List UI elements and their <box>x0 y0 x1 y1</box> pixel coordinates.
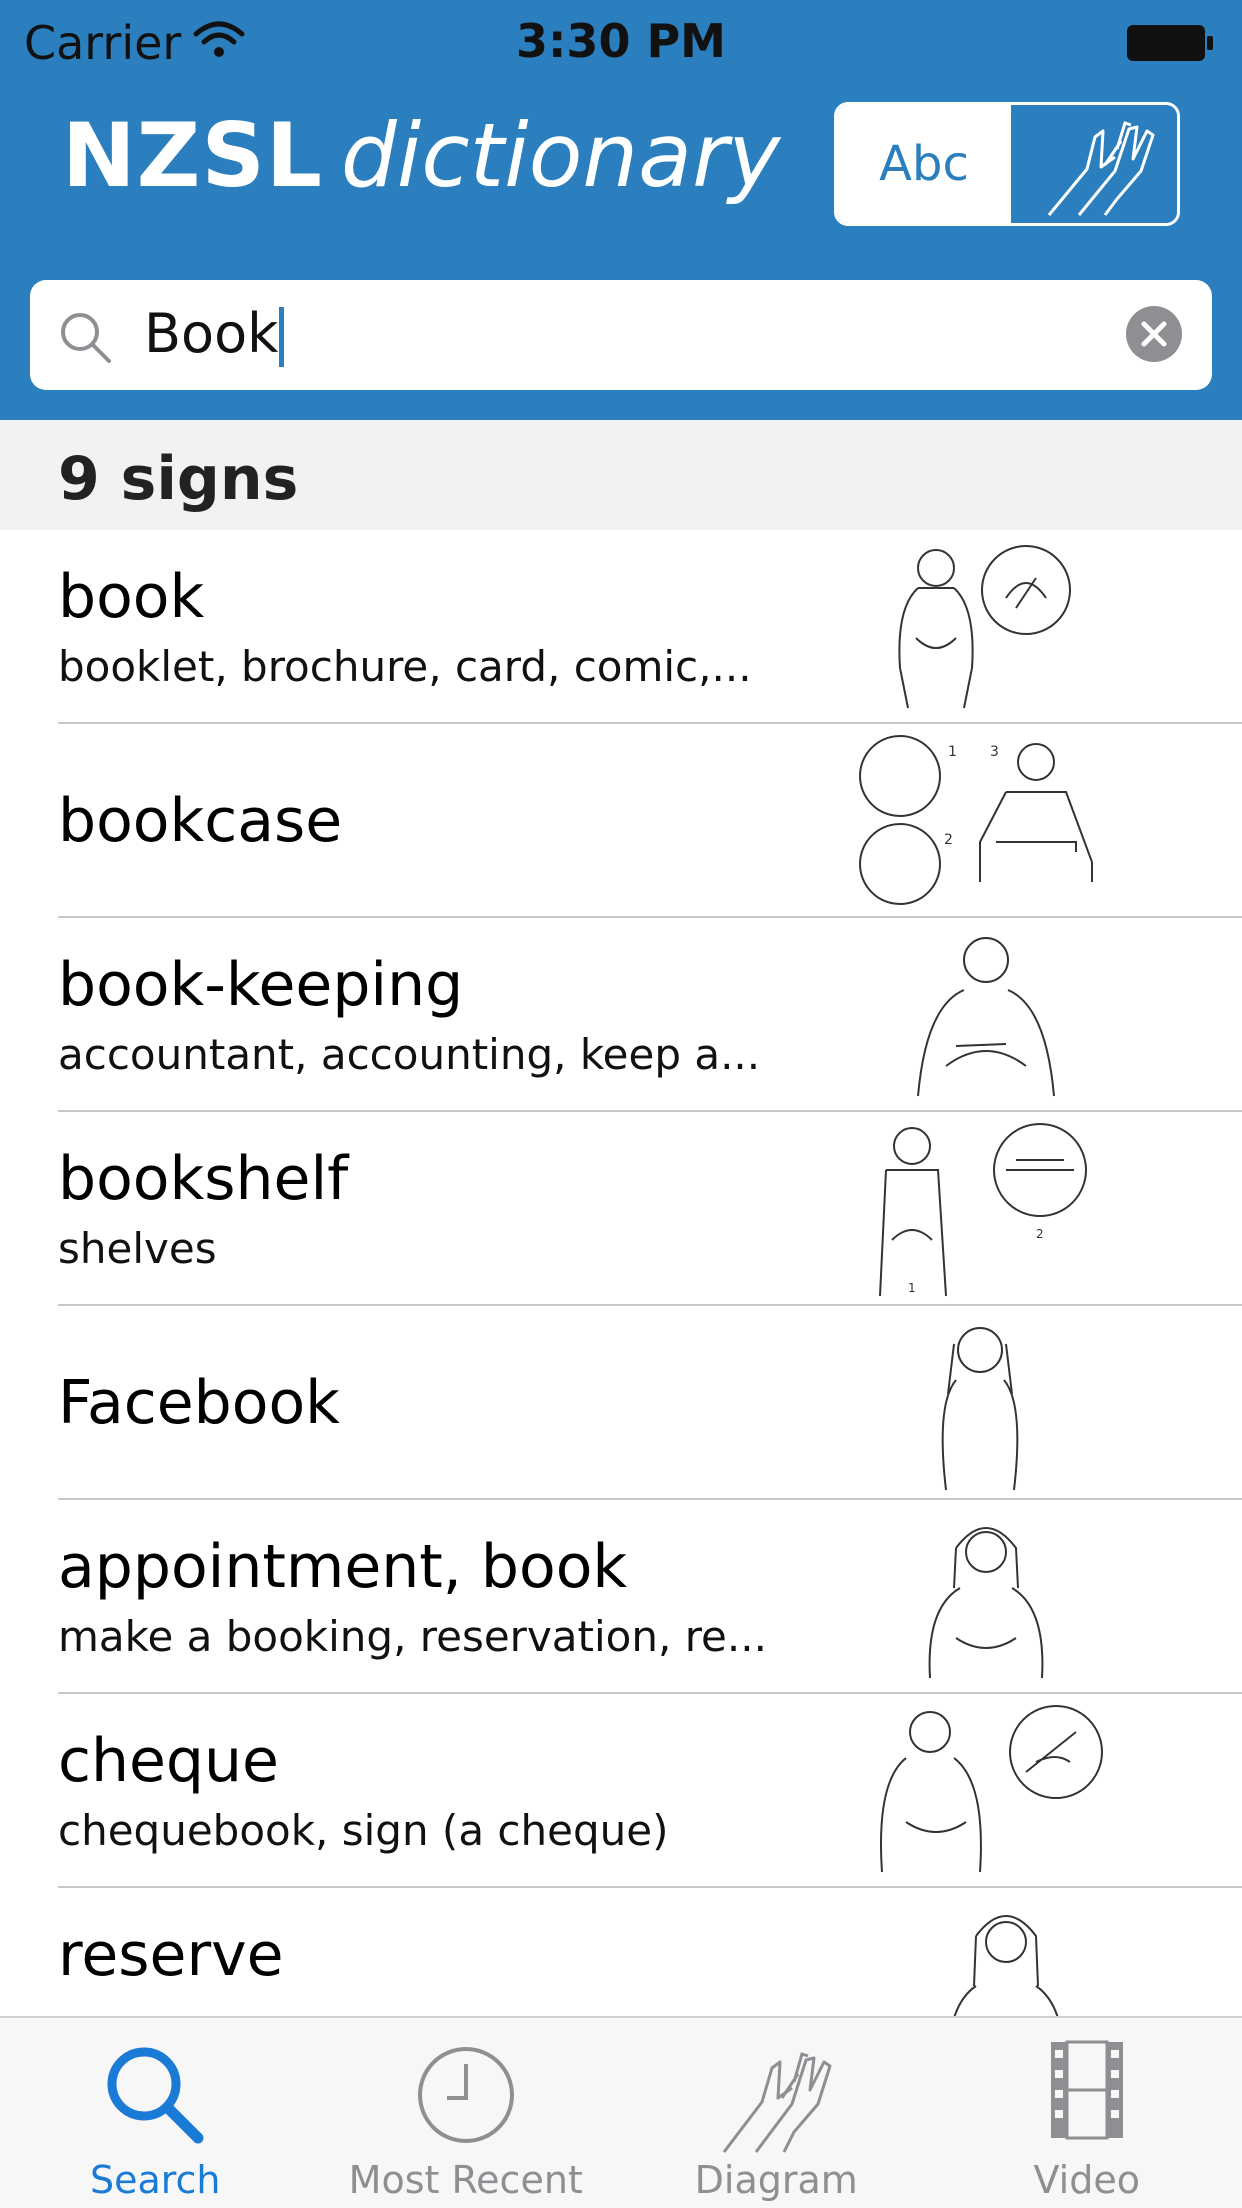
results-count: 9 signs <box>58 444 299 514</box>
sign-gloss: reserve <box>58 1920 284 1990</box>
mode-abc-label: Abc <box>879 136 969 192</box>
sign-diagram-thumbnail <box>941 1327 1019 1491</box>
hands-icon <box>1047 121 1155 216</box>
status-bar: Carrier 3:30 PM <box>0 0 1242 86</box>
svg-text:1: 1 <box>948 744 957 760</box>
clock: 3:30 PM <box>516 14 726 68</box>
app-logo: NZSL dictionary <box>62 112 780 200</box>
tab-label: Search <box>89 2158 221 2202</box>
search-mode-toggle[interactable]: Abc <box>834 102 1180 226</box>
sign-diagram-thumbnail <box>917 937 1055 1097</box>
sign-gloss: book <box>58 562 205 632</box>
tab-search[interactable]: Search <box>0 2018 311 2208</box>
sign-diagram-thumbnail <box>880 1705 1103 1873</box>
list-item[interactable]: bookshelf shelves 1 2 <box>0 1112 1242 1306</box>
logo-text-nzsl: NZSL <box>62 104 323 207</box>
search-field[interactable]: Book <box>30 280 1212 390</box>
list-item[interactable]: book-keeping accountant, accounting, kee… <box>0 918 1242 1112</box>
list-item[interactable]: appointment, book make a booking, reserv… <box>0 1500 1242 1694</box>
tab-label: Most Recent <box>348 2158 583 2202</box>
list-item[interactable]: cheque chequebook, sign (a cheque) <box>0 1694 1242 1888</box>
search-input[interactable]: Book <box>144 302 285 368</box>
results-list[interactable]: book booklet, brochure, card, comic,... … <box>0 530 1242 2016</box>
search-query-text: Book <box>144 302 279 365</box>
list-item[interactable]: book booklet, brochure, card, comic,... <box>0 530 1242 724</box>
tab-label: Video <box>1033 2158 1140 2202</box>
search-icon <box>107 2047 204 2144</box>
list-item[interactable]: bookcase 1 3 2 <box>0 724 1242 918</box>
list-item[interactable]: Facebook <box>0 1306 1242 1500</box>
sign-minor-glosses: accountant, accounting, keep a... <box>58 1030 761 1079</box>
svg-text:2: 2 <box>944 832 953 848</box>
sign-gloss: Facebook <box>58 1368 340 1438</box>
sign-gloss: bookcase <box>58 786 343 856</box>
text-caret <box>279 307 285 368</box>
tab-video[interactable]: Video <box>932 2018 1242 2208</box>
tab-diagram[interactable]: Diagram <box>621 2018 932 2208</box>
sign-gloss: book-keeping <box>58 950 464 1020</box>
sign-diagram-thumbnail: 1 3 2 <box>859 735 1093 905</box>
film-icon <box>1050 2040 1123 2140</box>
results-section-header: 9 signs <box>0 420 1242 530</box>
logo-text-dictionary: dictionary <box>340 104 781 207</box>
english-search-mode-button[interactable]: Abc <box>837 105 1011 223</box>
battery-icon <box>1127 25 1213 61</box>
sign-diagram-thumbnail: 1 2 <box>879 1123 1087 1297</box>
clear-search-icon[interactable] <box>1126 306 1182 362</box>
app-header: Carrier 3:30 PM NZSL dictionary Abc Book <box>0 0 1242 420</box>
hands-icon <box>723 2052 832 2153</box>
tab-most-recent[interactable]: Most Recent <box>311 2018 622 2208</box>
tab-bar: Search Most Recent Diagram Video <box>0 2016 1242 2208</box>
sign-search-mode-button[interactable] <box>1011 105 1177 223</box>
sign-gloss: appointment, book <box>58 1532 628 1602</box>
list-item[interactable]: reserve <box>0 1888 1242 2016</box>
sign-gloss: cheque <box>58 1726 279 1796</box>
tab-label: Diagram <box>694 2158 858 2202</box>
sign-diagram-thumbnail <box>898 545 1071 709</box>
sign-minor-glosses: chequebook, sign (a cheque) <box>58 1806 669 1855</box>
svg-text:2: 2 <box>1036 1227 1044 1241</box>
sign-minor-glosses: booklet, brochure, card, comic,... <box>58 642 752 691</box>
sign-diagram-thumbnail <box>928 1527 1044 1679</box>
svg-text:1: 1 <box>908 1281 916 1295</box>
sign-diagram-thumbnail <box>953 1915 1059 2016</box>
sign-gloss: bookshelf <box>58 1144 349 1214</box>
sign-minor-glosses: make a booking, reservation, re... <box>58 1612 767 1661</box>
clock-icon <box>417 2047 514 2143</box>
sign-minor-glosses: shelves <box>58 1224 217 1273</box>
magnifier-icon <box>61 313 111 363</box>
svg-text:3: 3 <box>990 744 999 760</box>
